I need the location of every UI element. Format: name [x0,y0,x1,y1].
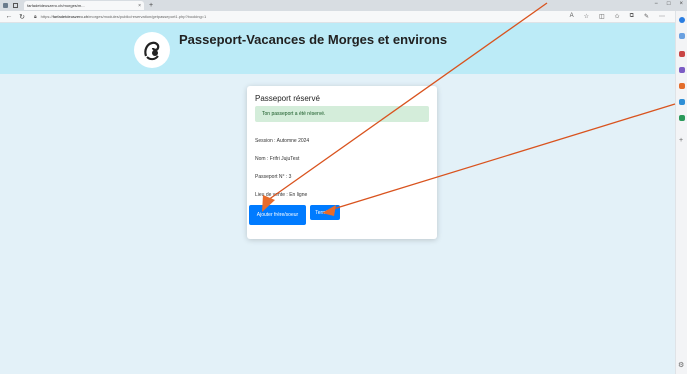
favorites-bar-icon[interactable]: ✩ [615,13,620,20]
shopping-icon[interactable] [679,51,685,57]
more-icon[interactable]: ⋯ [659,13,665,20]
sale-place-line: Lieu de vente : En ligne [255,192,308,198]
reservation-card: Passeport réservé Ton passeport a été ré… [247,86,437,239]
passport-number-line: Passeport N° : 3 [255,174,292,180]
address-bar: ← ↻ 🔒︎ https://farfadetdeuszero.ch/morge… [0,11,687,23]
minimize-button[interactable]: − [654,1,658,7]
maximize-button[interactable]: □ [667,1,671,7]
url-path: /morges/modules/public/reservation/getpa… [88,14,207,19]
copilot-icon[interactable] [679,17,685,23]
tab-title: farfadetdeuszero.ch/morges/m... [27,3,85,8]
site-logo[interactable] [134,32,170,68]
outlook-icon[interactable] [679,99,685,105]
url-field[interactable]: https://farfadetdeuszero.ch/morges/modul… [41,14,207,19]
back-icon[interactable]: ← [5,13,13,20]
tab-actions-icon[interactable] [13,3,18,8]
new-tab-button[interactable]: + [149,2,153,9]
url-prefix: https:// [40,14,53,19]
card-title: Passeport réservé [255,94,320,103]
search-sidebar-icon[interactable] [679,33,685,39]
window-controls: − □ × [654,1,683,7]
browser-tab[interactable]: farfadetdeuszero.ch/morges/m... × [24,1,144,10]
browser-tab-bar: farfadetdeuszero.ch/morges/m... × + − □ … [0,0,687,11]
session-line: Session : Automne 2024 [255,138,310,144]
add-sidebar-icon[interactable]: + [679,137,683,144]
split-screen-icon[interactable]: ◫ [599,13,605,20]
elf-logo-icon [144,41,160,61]
tab-close-icon[interactable]: × [138,3,141,9]
browser-sidebar: + ⚙ [675,11,687,374]
refresh-icon[interactable]: ↻ [18,13,26,21]
read-aloud-icon[interactable]: A [570,13,574,20]
address-bar-tools: A ☆ ◫ ✩ ⧉ ✎ ⋯ [570,13,665,20]
lock-icon[interactable]: 🔒︎ [34,14,37,20]
add-sibling-button[interactable]: Ajouter frère/soeur [249,205,306,225]
sidebar-settings-icon[interactable]: ⚙ [678,361,684,369]
success-alert: Ton passeport a été réservé. [255,106,429,122]
tools-icon[interactable] [679,83,685,89]
browser-menu-icon[interactable] [3,3,8,8]
favorite-icon[interactable]: ☆ [584,13,589,20]
extensions-icon[interactable]: ✎ [644,13,649,20]
games-icon[interactable] [679,67,685,73]
name-line: Nom : Frifri JujuTest [255,156,300,162]
site-title: Passeport-Vacances de Morges et environs [179,32,448,47]
collections-icon[interactable]: ⧉ [630,13,634,20]
close-window-button[interactable]: × [679,1,683,7]
finish-button[interactable]: Terminer [310,205,340,220]
drop-icon[interactable] [679,115,685,121]
url-host: farfadetdeuszero.ch [52,14,89,19]
site-header [0,23,675,74]
